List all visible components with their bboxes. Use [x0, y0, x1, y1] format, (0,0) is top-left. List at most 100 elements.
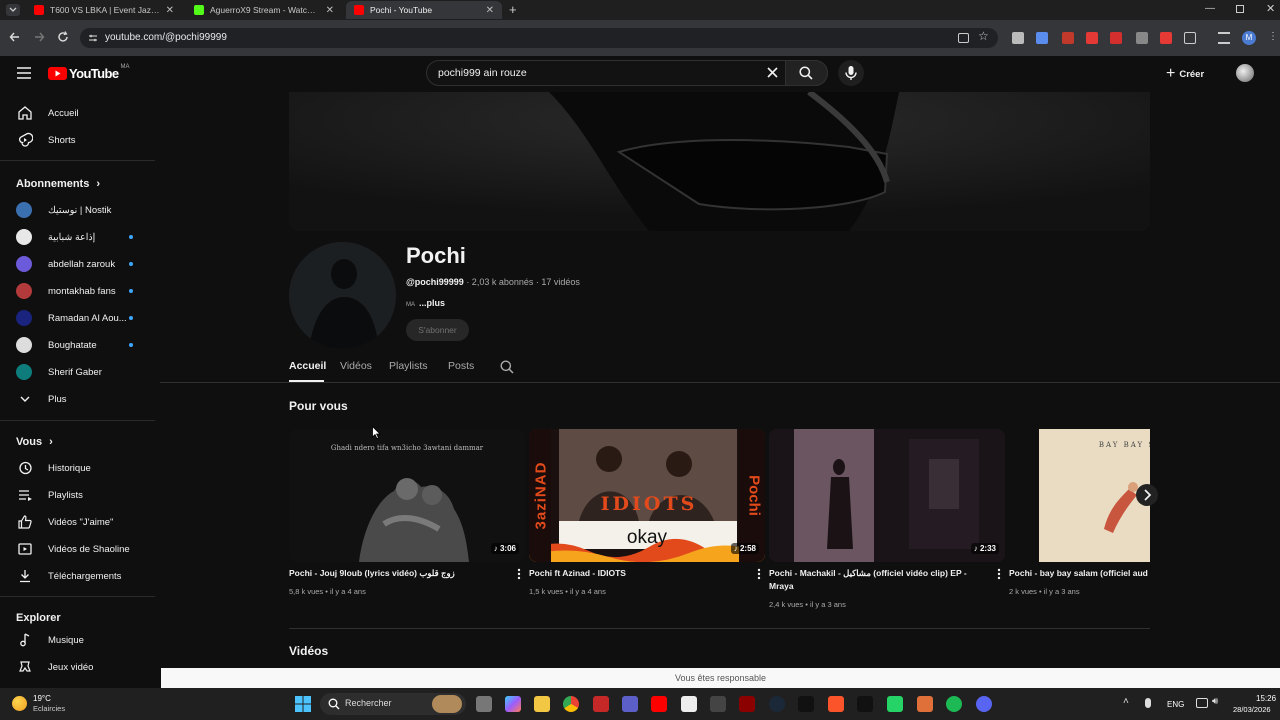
video-thumbnail[interactable]: BAY BAY S: [1009, 429, 1150, 562]
browser-tab-2[interactable]: AguerroX9 Stream - Watch Live ✕: [186, 1, 342, 19]
clear-search-icon[interactable]: [767, 67, 778, 78]
translate-icon[interactable]: [1036, 32, 1048, 44]
task-view-icon[interactable]: [476, 696, 492, 712]
reading-list-icon[interactable]: [1218, 32, 1230, 44]
video-thumbnail[interactable]: Ghadi ndero tifa wn3icho 3awtani dammar …: [289, 429, 525, 562]
puzzle-icon[interactable]: [1184, 32, 1196, 44]
account-avatar[interactable]: [1236, 64, 1254, 82]
spotify-icon[interactable]: [946, 696, 962, 712]
carousel-next-button[interactable]: [1136, 484, 1158, 506]
subscribe-button[interactable]: S'abonner: [406, 319, 469, 341]
clock-time[interactable]: 15:26: [1256, 694, 1276, 703]
profile-avatar-icon[interactable]: M: [1242, 31, 1256, 45]
bookmark-star-icon[interactable]: ☆: [978, 29, 989, 43]
sidebar-subscription[interactable]: Ramadan Al Aou...: [0, 305, 155, 331]
video-thumbnail[interactable]: ♪ 2:33: [769, 429, 1005, 562]
extension-5-icon[interactable]: [1110, 32, 1122, 44]
tiktok-app-icon[interactable]: [857, 696, 873, 712]
cast-icon[interactable]: [958, 33, 969, 43]
video-title[interactable]: Pochi ft Azinad - IDIOTS: [529, 567, 751, 580]
close-tab-icon[interactable]: ✕: [486, 5, 494, 16]
site-info-icon[interactable]: [88, 33, 98, 43]
new-tab-button[interactable]: +: [509, 2, 517, 17]
language-indicator[interactable]: ENG: [1167, 700, 1184, 709]
youtube-logo[interactable]: YouTube MA: [48, 64, 129, 81]
sidebar-subscription[interactable]: نوستيك | Nostik: [0, 197, 155, 223]
create-button[interactable]: + Créer: [1166, 64, 1204, 84]
weather-widget[interactable]: 19°C Eclaircies: [12, 693, 92, 715]
clock-date[interactable]: 28/03/2026: [1233, 705, 1271, 714]
more-options-icon[interactable]: [757, 568, 761, 580]
taskbar-search[interactable]: Rechercher: [320, 693, 466, 715]
channel-avatar-large[interactable]: [289, 242, 396, 349]
channel-description[interactable]: MA ...plus: [406, 298, 445, 308]
close-window-button[interactable]: ✕: [1266, 2, 1275, 15]
video-title[interactable]: Pochi - Machakil - مشاكيل (officiel vidé…: [769, 567, 991, 593]
copilot-icon[interactable]: [505, 696, 521, 712]
tab-search-icon[interactable]: [6, 4, 20, 16]
tray-chevron-icon[interactable]: ˄: [1123, 696, 1129, 707]
video-thumbnail[interactable]: 3aziNAD Pochi IDIOTS okay ♪ 2:58: [529, 429, 765, 562]
extension-6-icon[interactable]: [1136, 32, 1148, 44]
orange-app-icon[interactable]: [917, 696, 933, 712]
discord-icon[interactable]: [976, 696, 992, 712]
browser-tab-1[interactable]: T600 VS LBKA | Event Jazira | Bo ✕: [26, 1, 182, 19]
sidebar-item-history[interactable]: Historique: [0, 455, 155, 481]
sidebar-item-more[interactable]: Plus: [0, 386, 155, 412]
reload-icon[interactable]: [57, 31, 69, 43]
sidebar-item-home[interactable]: Accueil: [0, 100, 155, 126]
sidebar-subscription[interactable]: Boughatate: [0, 332, 155, 358]
sidebar-subscription[interactable]: إذاعة شبابية: [0, 224, 155, 250]
close-tab-icon[interactable]: ✕: [326, 5, 334, 16]
speaker-icon[interactable]: 🔊︎: [1212, 696, 1218, 707]
sidebar-item-gaming[interactable]: Jeux vidéo: [0, 654, 155, 680]
channel-search-icon[interactable]: [500, 360, 514, 374]
steam-icon[interactable]: [769, 696, 785, 712]
network-icon[interactable]: [1196, 698, 1208, 708]
search-input[interactable]: pochi999 ain rouze: [426, 60, 828, 86]
forward-icon[interactable]: [33, 31, 45, 43]
extension-1-icon[interactable]: [1012, 32, 1024, 44]
xm-app-icon[interactable]: [798, 696, 814, 712]
guide-menu-icon[interactable]: [17, 67, 31, 79]
tab-home[interactable]: Accueil: [289, 360, 326, 372]
app-gray-icon[interactable]: [710, 696, 726, 712]
sidebar-item-playlists[interactable]: Playlists: [0, 482, 155, 508]
tab-posts[interactable]: Posts: [448, 360, 474, 372]
sidebar-subscription[interactable]: montakhab fans: [0, 278, 155, 304]
sidebar-item-downloads[interactable]: Téléchargements: [0, 563, 155, 589]
sidebar-subscription[interactable]: abdellah zarouk: [0, 251, 155, 277]
menu-kebab-icon[interactable]: ⋮: [1268, 31, 1278, 42]
chrome-icon[interactable]: [563, 696, 579, 712]
file-explorer-icon[interactable]: [534, 696, 550, 712]
you-heading[interactable]: Vous ›: [16, 436, 53, 448]
green-app-icon[interactable]: [887, 696, 903, 712]
video-title[interactable]: Pochi - bay bay salam (officiel aud: [1009, 567, 1150, 580]
tab-playlists[interactable]: Playlists: [389, 360, 428, 372]
maximize-button[interactable]: [1236, 5, 1244, 13]
search-button[interactable]: [785, 60, 828, 86]
tab-videos[interactable]: Vidéos: [340, 360, 372, 372]
extension-4-icon[interactable]: [1086, 32, 1098, 44]
fn-app-icon[interactable]: [681, 696, 697, 712]
voice-search-button[interactable]: [838, 60, 864, 86]
more-options-icon[interactable]: [997, 568, 1001, 580]
extension-3-icon[interactable]: [1062, 32, 1074, 44]
start-button[interactable]: [295, 696, 311, 712]
sidebar-item-liked[interactable]: Vidéos "J'aime": [0, 509, 155, 535]
youtube-app-icon[interactable]: [651, 696, 667, 712]
sidebar-item-your-videos[interactable]: Vidéos de Shaoline: [0, 536, 155, 562]
address-bar[interactable]: youtube.com/@pochi99999 ☆: [80, 28, 998, 48]
minimize-button[interactable]: —: [1205, 3, 1215, 14]
tray-mic-icon[interactable]: [1145, 698, 1151, 708]
close-tab-icon[interactable]: ✕: [166, 5, 174, 16]
teams-icon[interactable]: [622, 696, 638, 712]
extension-7-icon[interactable]: [1160, 32, 1172, 44]
more-options-icon[interactable]: [517, 568, 521, 580]
app-dark-red-icon[interactable]: [739, 696, 755, 712]
video-title[interactable]: Pochi - Jouj 9loub (lyrics vidéo) زوج قل…: [289, 567, 511, 580]
subscriptions-heading[interactable]: Abonnements ›: [16, 178, 100, 190]
sidebar-subscription[interactable]: Sherif Gaber: [0, 359, 155, 385]
app-red-a-icon[interactable]: [593, 696, 609, 712]
back-icon[interactable]: [9, 31, 21, 43]
